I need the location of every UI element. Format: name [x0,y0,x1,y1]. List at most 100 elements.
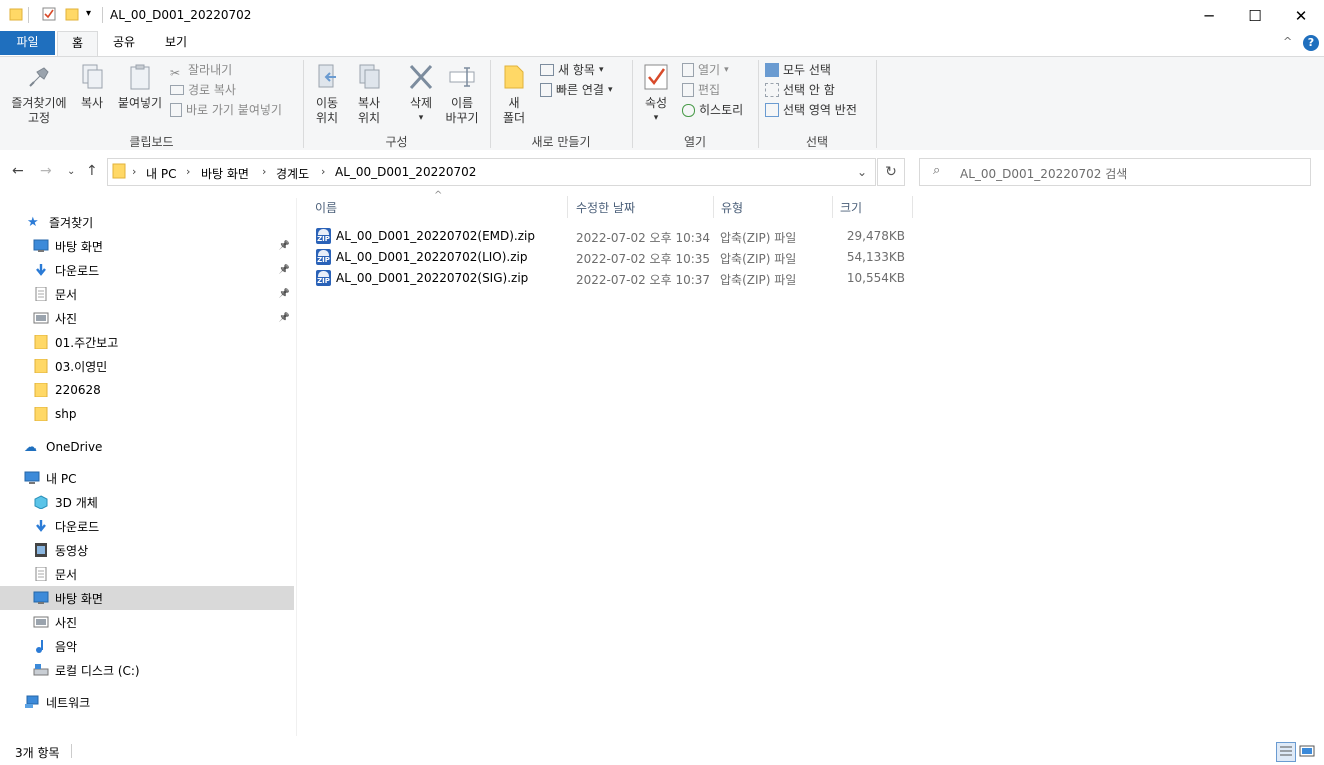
properties-check-icon[interactable] [42,7,56,21]
breadcrumb-current[interactable]: AL_00_D001_20220702 [335,165,476,179]
history-icon [682,103,695,117]
nav-this-pc[interactable]: 내 PC [0,466,294,490]
column-divider[interactable] [912,196,913,218]
nav-item-label: 다운로드 [55,263,100,278]
nav-pc-item-0[interactable]: 3D 개체 [0,490,294,514]
breadcrumb-separator-icon[interactable]: › [321,165,325,178]
folder-icon [33,406,49,422]
pin-icon[interactable]: 📌 [279,313,290,323]
properties-button[interactable]: 속성 ▾ [640,62,672,126]
collapse-ribbon-icon[interactable]: ^ [1283,35,1292,48]
copy-path-button[interactable]: 경로 복사 [170,80,282,100]
nav-pc-item-3[interactable]: 문서 [0,562,294,586]
nav-item-label: shp [55,407,77,421]
pin-icon[interactable]: 📌 [279,265,290,275]
refresh-icon[interactable]: ↻ [877,158,905,186]
nav-pc-item-4[interactable]: 바탕 화면 [0,586,294,610]
select-none-button[interactable]: 선택 안 함 [765,80,857,100]
nav-quick-item-0[interactable]: 바탕 화면 📌 [0,234,294,258]
nav-pc-item-2[interactable]: 동영상 [0,538,294,562]
file-type: 압축(ZIP) 파일 [720,231,797,245]
nav-quick-item-7[interactable]: shp [0,402,294,426]
music-icon [33,639,49,653]
folder-icon [9,7,23,21]
column-header-modified[interactable]: 수정한 날짜 [576,198,712,220]
minimize-button[interactable]: ─ [1186,0,1232,31]
new-group-label: 새로 만들기 [531,135,591,149]
nav-pc-item-5[interactable]: 사진 [0,610,294,634]
pin-icon[interactable]: 📌 [279,289,290,299]
column-divider[interactable] [832,196,833,218]
nav-quick-item-4[interactable]: 01.주간보고 [0,330,294,354]
address-dropdown-icon[interactable]: ⌄ [848,158,876,186]
tab-home[interactable]: 홈 [57,31,98,57]
breadcrumb-separator-icon[interactable]: › [132,165,136,178]
breadcrumb-separator-icon[interactable]: › [186,165,190,178]
select-group-label: 선택 [805,135,829,149]
organize-group-label: 구성 [385,135,408,149]
nav-item-label: 03.이영민 [55,359,108,374]
easy-access-button[interactable]: 빠른 연결 ▾ [540,80,613,100]
large-icons-view-icon[interactable] [1298,742,1318,762]
history-button[interactable]: 히스토리 [682,100,743,120]
select-all-button[interactable]: 모두 선택 [765,60,857,80]
open-button[interactable]: 열기 ▾ [682,60,743,80]
breadcrumb-separator-icon[interactable]: › [262,165,266,178]
breadcrumb-this-pc[interactable]: 내 PC [146,165,176,182]
paste-button[interactable]: 붙여넣기 [114,62,166,111]
details-view-icon[interactable] [1276,742,1296,762]
breadcrumb-folder[interactable]: 경계도 [276,165,309,182]
move-to-button[interactable]: 이동 위치 [310,62,344,126]
back-arrow-icon[interactable]: ← [12,163,24,179]
forward-arrow-icon[interactable]: → [40,163,52,179]
nav-pc-item-1[interactable]: 다운로드 [0,514,294,538]
rename-button[interactable]: 이름 바꾸기 [443,62,481,126]
dropdown-arrow-icon: ▾ [598,65,604,75]
file-row[interactable]: ZIP AL_00_D001_20220702(EMD).zip 2022-07-0… [311,226,911,247]
nav-quick-item-3[interactable]: 사진 📌 [0,306,294,330]
maximize-button[interactable]: ☐ [1232,0,1278,31]
column-header-type[interactable]: 유형 [721,198,831,220]
paste-shortcut-button[interactable]: 바로 가기 붙여넣기 [170,100,282,120]
pictures-icon [33,311,49,325]
nav-quick-item-1[interactable]: 다운로드 📌 [0,258,294,282]
column-header-size[interactable]: 크기 [840,198,912,220]
cut-button[interactable]: ✂ 잘라내기 [170,60,282,80]
copy-button[interactable]: 복사 [76,62,108,111]
desktop-icon [33,591,49,605]
new-folder-quick-icon[interactable] [65,7,79,21]
nav-quick-item-5[interactable]: 03.이영민 [0,354,294,378]
close-button[interactable]: ✕ [1278,0,1324,31]
column-divider[interactable] [713,196,714,218]
file-row[interactable]: ZIP AL_00_D001_20220702(SIG).zip 2022-07-0… [311,268,911,289]
delete-button[interactable]: 삭제 ▾ [404,62,438,126]
edit-button[interactable]: 편집 [682,80,743,100]
nav-quick-item-2[interactable]: 문서 📌 [0,282,294,306]
properties-dropdown-icon[interactable]: ▾ [640,111,672,126]
help-icon[interactable]: ? [1303,35,1319,51]
recent-locations-icon[interactable]: ⌄ [67,166,75,177]
nav-onedrive[interactable]: ☁ OneDrive [0,435,294,459]
breadcrumb-desktop[interactable]: 바탕 화면 [201,165,249,182]
column-header-name[interactable]: 이름 [315,198,567,220]
new-item-button[interactable]: 새 항목 ▾ [540,60,613,80]
nav-pc-item-7[interactable]: 로컬 디스크 (C:) [0,658,294,682]
delete-dropdown-icon[interactable]: ▾ [404,111,438,126]
nav-quick-access[interactable]: ★ 즐겨찾기 [0,210,294,234]
pin-to-quick-access-button[interactable]: 즐겨찾기에 고정 [6,62,72,126]
pin-icon[interactable]: 📌 [279,241,290,251]
new-folder-button[interactable]: 새 폴더 [498,62,530,126]
nav-item-label: 다운로드 [55,519,100,534]
nav-quick-item-6[interactable]: 220628 [0,378,294,402]
tab-view[interactable]: 보기 [152,31,200,55]
invert-selection-button[interactable]: 선택 영역 반전 [765,100,857,120]
tab-file[interactable]: 파일 [0,31,55,55]
nav-pc-item-6[interactable]: 음악 [0,634,294,658]
up-arrow-icon[interactable]: ↑ [86,163,98,179]
tab-share[interactable]: 공유 [100,31,148,55]
file-row[interactable]: ZIP AL_00_D001_20220702(LIO).zip 2022-07-0… [311,247,911,268]
copy-to-button[interactable]: 복사 위치 [352,62,386,126]
customize-quick-access-icon[interactable]: ▾ [86,8,91,19]
nav-network[interactable]: 네트워크 [0,690,294,714]
column-divider[interactable] [567,196,568,218]
